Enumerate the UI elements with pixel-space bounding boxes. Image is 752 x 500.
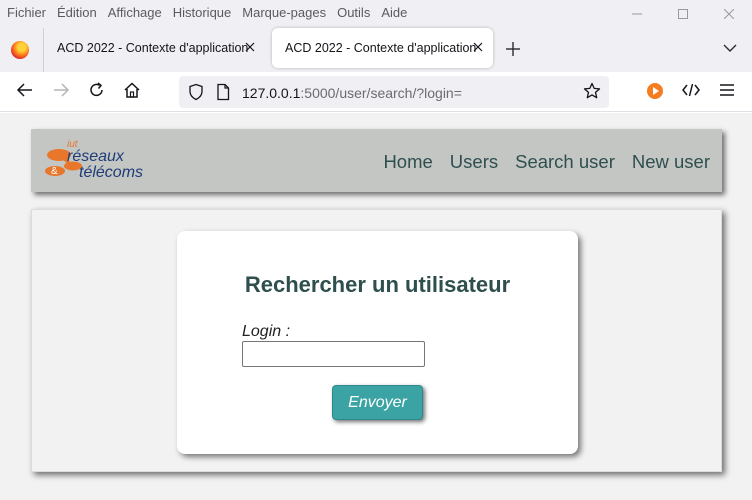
menu-fichier[interactable]: Fichier [7,5,46,20]
maximize-icon [678,9,688,19]
reload-icon [90,82,103,97]
plus-icon [506,42,520,56]
minimize-icon [632,13,642,15]
site-nav: Home Users Search user New user [383,151,710,173]
url-text[interactable]: 127.0.0.1:5000/user/search/?login= [242,85,462,101]
forward-button[interactable] [52,81,70,104]
bookmark-star-icon[interactable] [583,82,601,105]
reload-button[interactable] [88,81,106,104]
menu-aide[interactable]: Aide [381,5,407,20]
menu-outils[interactable]: Outils [337,5,370,20]
nav-link-new-user[interactable]: New user [632,151,710,173]
home-icon [124,82,140,98]
tab-close-button[interactable] [473,39,483,55]
menu-edition[interactable]: Édition [57,5,97,20]
url-host: 127.0.0.1 [242,85,301,101]
tab-active[interactable]: ACD 2022 - Contexte d'application [272,28,493,68]
nav-link-users[interactable]: Users [450,151,498,173]
svg-text:réseaux: réseaux [67,148,125,165]
site-logo[interactable]: iut réseaux & télécoms [45,139,195,183]
svg-text:&: & [51,166,58,177]
page-viewport: iut réseaux & télécoms Home Users Search… [0,113,752,500]
nav-link-home[interactable]: Home [383,151,432,173]
back-arrow-icon [16,83,32,97]
shield-icon[interactable] [188,83,204,106]
nav-link-search-user[interactable]: Search user [515,151,615,173]
tab-list-button[interactable] [723,40,737,56]
firefox-icon [11,41,29,59]
tab-title: ACD 2022 - Contexte d'application [285,41,477,55]
menu-historique[interactable]: Historique [173,5,232,20]
navigation-toolbar: 127.0.0.1:5000/user/search/?login= [0,72,752,112]
close-icon [473,42,483,52]
home-button[interactable] [123,81,141,104]
close-icon [724,9,734,19]
extension-play-button[interactable] [646,82,664,105]
url-path: :5000/user/search/?login= [300,85,462,101]
site-header: iut réseaux & télécoms Home Users Search… [31,129,722,192]
page-icon[interactable] [216,83,230,106]
new-tab-button[interactable] [506,39,520,62]
play-icon [647,83,663,99]
menu-marque-pages[interactable]: Marque-pages [242,5,326,20]
login-label: Login : [242,323,291,340]
tab-bar: ACD 2022 - Contexte d'application ACD 20… [0,24,752,72]
chevron-down-icon [723,44,737,52]
app-menu-button[interactable] [718,81,736,104]
tab-close-button[interactable] [245,39,255,55]
tab-title: ACD 2022 - Contexte d'application [57,41,249,55]
devtools-button[interactable] [682,81,700,104]
submit-button[interactable]: Envoyer [332,385,423,420]
iut-reseaux-telecoms-logo: iut réseaux & télécoms [45,139,143,181]
menu-affichage[interactable]: Affichage [108,5,162,20]
close-icon [245,42,255,52]
url-bar[interactable]: 127.0.0.1:5000/user/search/?login= [179,76,609,108]
forward-arrow-icon [54,83,70,97]
login-input[interactable] [242,341,425,367]
hamburger-menu-icon [720,84,734,96]
tab-inactive[interactable]: ACD 2022 - Contexte d'application [44,28,265,68]
back-button[interactable] [16,81,34,104]
code-icon [682,83,700,97]
svg-text:télécoms: télécoms [79,164,143,181]
search-form-card: Rechercher un utilisateur Login : Envoye… [177,231,578,454]
form-title: Rechercher un utilisateur [244,272,511,297]
main-panel: Rechercher un utilisateur Login : Envoye… [31,209,722,472]
